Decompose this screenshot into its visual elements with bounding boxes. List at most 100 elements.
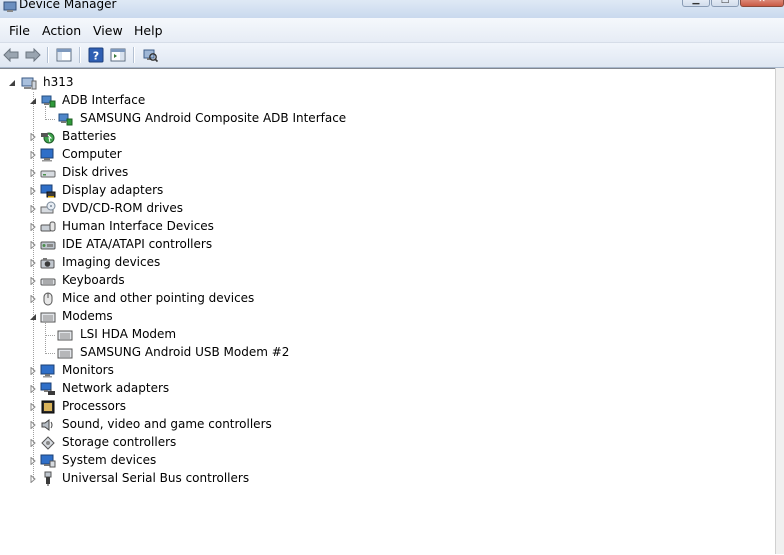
modem-icon [40, 312, 56, 323]
category-label: Monitors [62, 363, 114, 377]
show-hide-console-tree-button[interactable] [55, 46, 73, 63]
display-adapter-icon [40, 184, 56, 198]
tree-category-node[interactable]: IDE ATA/ATAPI controllers [0, 236, 776, 254]
device-label: SAMSUNG Android Composite ADB Interface [80, 111, 347, 125]
tree-category-node[interactable]: Storage controllers [0, 434, 776, 452]
help-button[interactable]: ? [87, 46, 105, 63]
expand-arrow-icon[interactable] [29, 259, 37, 267]
maximize-button[interactable]: □ [711, 0, 739, 7]
tree-category-node[interactable]: System devices [0, 452, 776, 470]
tree-category-node[interactable]: DVD/CD-ROM drives [0, 200, 776, 218]
computer-icon [40, 148, 54, 162]
expand-arrow-icon[interactable] [29, 151, 37, 159]
tree-connector-line [45, 322, 47, 354]
menu-file[interactable]: File [8, 23, 31, 38]
tree-category-node[interactable]: ADB Interface [0, 92, 776, 110]
show-hide-console-tree-icon [56, 48, 72, 61]
tree-category-node[interactable]: Keyboards [0, 272, 776, 290]
back-button[interactable] [2, 46, 20, 63]
show-action-pane-button[interactable] [109, 46, 127, 63]
keyboard-icon [40, 278, 56, 286]
expand-arrow-icon[interactable] [29, 241, 37, 249]
tree-category-node[interactable]: Modems [0, 308, 776, 326]
tree-category-node[interactable]: Sound, video and game controllers [0, 416, 776, 434]
menu-view[interactable]: View [92, 23, 124, 38]
expand-arrow-icon[interactable] [29, 187, 37, 195]
tree-root-node[interactable]: h313 [0, 74, 776, 92]
adb-interface-icon [41, 95, 56, 108]
dvd-drive-icon [40, 201, 56, 214]
expand-arrow-icon[interactable] [29, 169, 37, 177]
expand-arrow-icon[interactable] [29, 295, 37, 303]
category-label: System devices [62, 453, 157, 467]
scan-hardware-button[interactable] [141, 46, 159, 63]
minimize-button[interactable]: ▁ [682, 0, 710, 7]
category-label: Modems [62, 309, 113, 323]
device-label: SAMSUNG Android USB Modem #2 [80, 345, 290, 359]
toolbar-separator [79, 47, 81, 63]
battery-icon [41, 132, 55, 144]
expand-arrow-icon[interactable] [29, 457, 37, 465]
expand-arrow-icon[interactable] [29, 439, 37, 447]
tree-category-node[interactable]: Network adapters [0, 380, 776, 398]
category-label: Storage controllers [62, 435, 177, 449]
device-label: LSI HDA Modem [80, 327, 177, 341]
close-icon: ✕ [758, 0, 766, 5]
root-computer-icon [21, 77, 37, 90]
tree-category-node[interactable]: Monitors [0, 362, 776, 380]
tree-device-node[interactable]: SAMSUNG Android USB Modem #2 [0, 344, 776, 362]
close-button[interactable]: ✕ [740, 0, 784, 7]
forward-button[interactable] [24, 46, 42, 63]
hid-icon [40, 221, 56, 232]
vertical-scrollbar[interactable] [775, 68, 784, 554]
expand-arrow-icon[interactable] [29, 133, 37, 141]
title-bar[interactable]: Device Manager ▁ □ ✕ [0, 0, 784, 18]
ide-controller-icon [40, 241, 56, 250]
category-label: Processors [62, 399, 127, 413]
expand-arrow-icon[interactable] [29, 277, 37, 285]
category-label: Disk drives [62, 165, 129, 179]
tree-category-node[interactable]: Computer [0, 146, 776, 164]
tree-category-node[interactable]: Mice and other pointing devices [0, 290, 776, 308]
expand-arrow-icon[interactable] [29, 385, 37, 393]
scan-hardware-icon [143, 49, 158, 62]
expand-arrow-icon[interactable] [29, 223, 37, 231]
toolbar-separator [47, 47, 49, 63]
system-device-icon [40, 454, 56, 468]
menu-action[interactable]: Action [41, 23, 82, 38]
expand-arrow-icon[interactable] [29, 475, 37, 483]
mouse-icon [43, 292, 53, 306]
back-icon [3, 47, 19, 62]
device-tree-pane[interactable]: h313 ADB Interface SAMSUNG Android Composi… [0, 68, 776, 555]
window-title: Device Manager [19, 0, 117, 11]
tree-category-node[interactable]: Batteries [0, 128, 776, 146]
expand-arrow-icon[interactable] [29, 367, 37, 375]
category-label: Keyboards [62, 273, 125, 287]
tree-category-node[interactable]: Universal Serial Bus controllers [0, 470, 776, 488]
expand-arrow-icon[interactable] [29, 421, 37, 429]
modem-device-icon [57, 330, 73, 341]
menu-help[interactable]: Help [133, 23, 164, 38]
tree-device-node[interactable]: LSI HDA Modem [0, 326, 776, 344]
window-controls: ▁ □ ✕ [681, 0, 784, 8]
collapse-arrow-icon[interactable] [29, 97, 37, 105]
tree-category-node[interactable]: Disk drives [0, 164, 776, 182]
camera-icon [40, 258, 55, 269]
processor-icon [41, 400, 55, 414]
tree-category-node[interactable]: Imaging devices [0, 254, 776, 272]
forward-icon [25, 47, 41, 62]
device-manager-app-icon [3, 1, 17, 12]
usb-icon [44, 471, 52, 486]
category-label: Computer [62, 147, 122, 161]
tree-device-node[interactable]: SAMSUNG Android Composite ADB Interface [0, 110, 776, 128]
collapse-arrow-icon[interactable] [29, 313, 37, 321]
collapse-arrow-icon[interactable] [8, 79, 16, 87]
category-label: DVD/CD-ROM drives [62, 201, 184, 215]
expand-arrow-icon[interactable] [29, 403, 37, 411]
tree-category-node[interactable]: Human Interface Devices [0, 218, 776, 236]
category-label: Network adapters [62, 381, 170, 395]
disk-drive-icon [40, 170, 56, 178]
expand-arrow-icon[interactable] [29, 205, 37, 213]
tree-category-node[interactable]: Display adapters [0, 182, 776, 200]
tree-category-node[interactable]: Processors [0, 398, 776, 416]
